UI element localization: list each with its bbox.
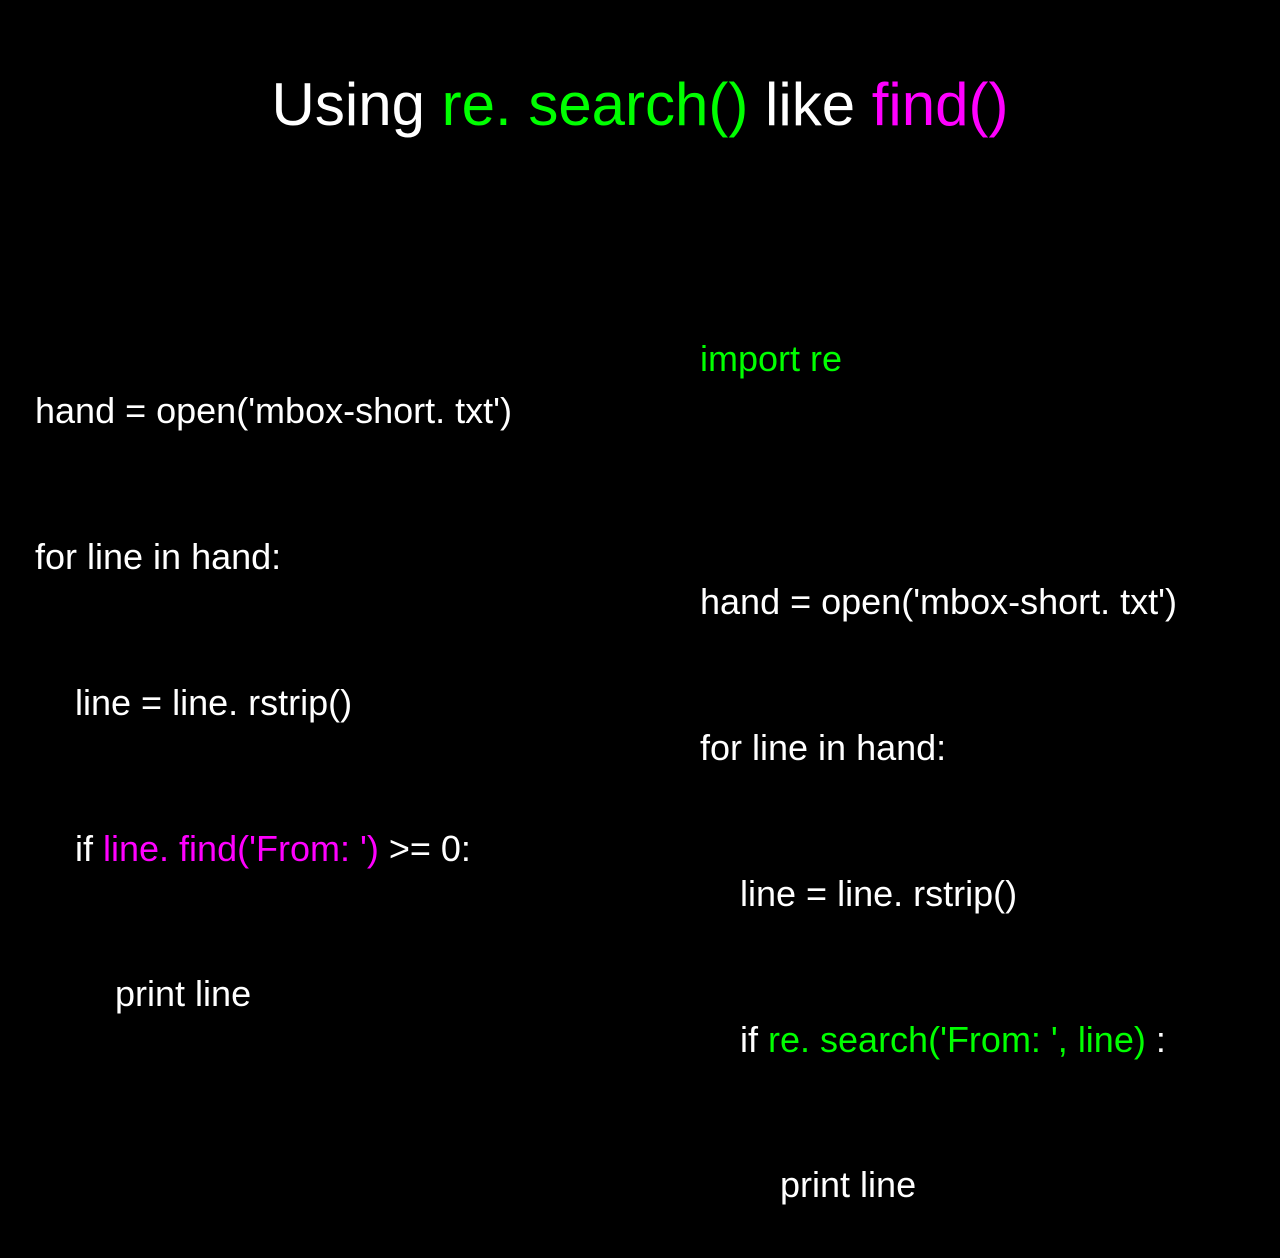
code-line: hand = open('mbox-short. txt') bbox=[35, 387, 512, 436]
code-span: if bbox=[700, 1019, 768, 1060]
code-block-right: import re hand = open('mbox-short. txt')… bbox=[700, 238, 1177, 1258]
code-line: if re. search('From: ', line) : bbox=[700, 1016, 1177, 1065]
code-line: if line. find('From: ') >= 0: bbox=[35, 825, 512, 874]
code-line: line = line. rstrip() bbox=[700, 870, 1177, 919]
code-line: hand = open('mbox-short. txt') bbox=[700, 578, 1177, 627]
code-span-highlight: re. search('From: ', line) bbox=[768, 1019, 1146, 1060]
code-span: if bbox=[35, 828, 103, 869]
title-part-like: like bbox=[748, 71, 871, 138]
code-line: print line bbox=[35, 970, 512, 1019]
title-part-using: Using bbox=[272, 71, 442, 138]
code-block-left: hand = open('mbox-short. txt') for line … bbox=[35, 290, 512, 1068]
code-line: line = line. rstrip() bbox=[35, 679, 512, 728]
code-span-highlight: line. find('From: ') bbox=[103, 828, 379, 869]
title-part-find: find() bbox=[872, 71, 1009, 138]
code-line: print line bbox=[700, 1161, 1177, 1210]
code-line-import: import re bbox=[700, 335, 1177, 384]
slide-title: Using re. search() like find() bbox=[0, 70, 1280, 139]
code-span: >= 0: bbox=[379, 828, 471, 869]
code-span: : bbox=[1146, 1019, 1166, 1060]
code-line: for line in hand: bbox=[35, 533, 512, 582]
code-line: for line in hand: bbox=[700, 724, 1177, 773]
title-part-research: re. search() bbox=[442, 71, 749, 138]
